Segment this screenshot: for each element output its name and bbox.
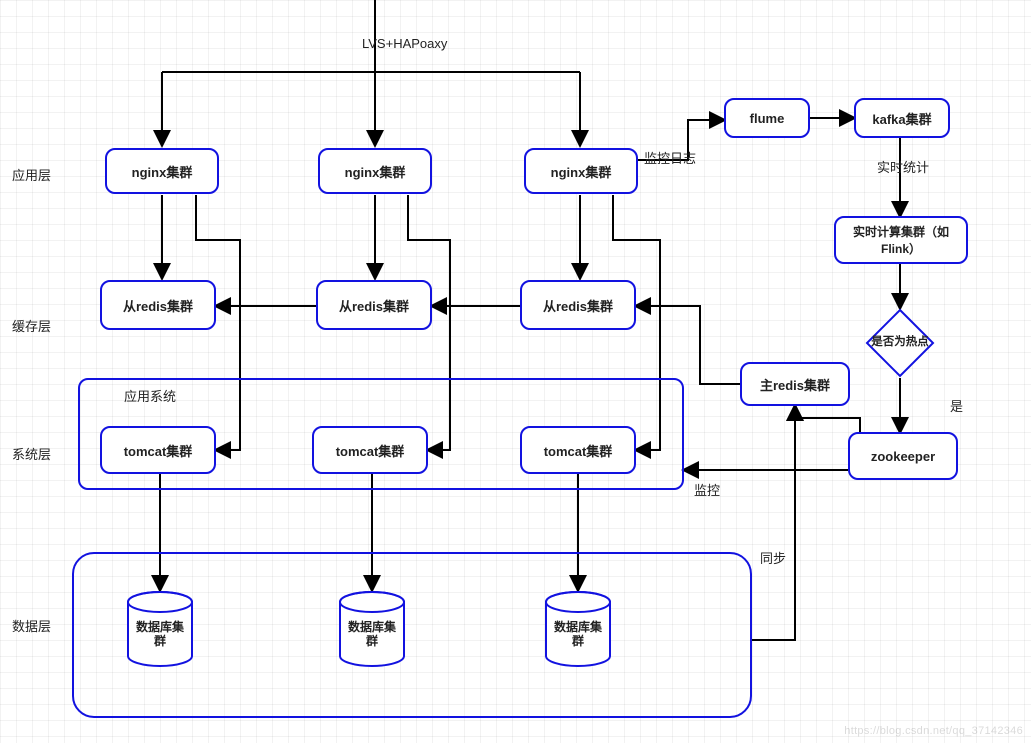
hotspot-decision-label: 是否为热点 [871,336,929,350]
node-db-1-line1: 数据库集 [136,620,184,634]
layer-label-application: 应用层 [12,165,51,184]
edge-label-realtime-stats: 实时统计 [873,160,933,176]
layer-label-cache: 缓存层 [12,316,51,335]
node-nginx-2: nginx集群 [318,148,432,194]
node-redis-slave-2: 从redis集群 [316,280,432,330]
node-db-3-line2: 群 [572,634,584,648]
edge-label-monitor-log: 监控日志 [644,152,696,166]
node-db-3-line1: 数据库集 [554,620,602,634]
layer-label-data: 数据层 [12,616,51,635]
node-kafka: kafka集群 [854,98,950,138]
node-nginx-1: nginx集群 [105,148,219,194]
node-tomcat-3: tomcat集群 [520,426,636,474]
node-db-2: 数据库集 群 [332,590,412,670]
node-db-1-line2: 群 [154,634,166,648]
node-db-3: 数据库集 群 [538,590,618,670]
node-flume: flume [724,98,810,138]
node-db-2-line1: 数据库集 [348,620,396,634]
node-realtime-compute: 实时计算集群（如Flink） [834,216,968,264]
lvs-haproxy-label: LVS+HAPoaxy [362,36,447,51]
node-zookeeper: zookeeper [848,432,958,480]
edge-label-sync: 同步 [760,548,786,567]
node-db-2-line2: 群 [366,634,378,648]
node-tomcat-2: tomcat集群 [312,426,428,474]
layer-label-system: 系统层 [12,444,51,463]
architecture-diagram: LVS+HAPoaxy 应用层 缓存层 系统层 数据层 nginx集群 ngin… [0,0,1031,743]
node-master-redis: 主redis集群 [740,362,850,406]
container-app-system-title: 应用系统 [124,386,176,405]
node-redis-slave-3: 从redis集群 [520,280,636,330]
node-tomcat-1: tomcat集群 [100,426,216,474]
node-hotspot-decision: 是否为热点 [865,308,935,378]
node-db-1: 数据库集 群 [120,590,200,670]
node-nginx-3: nginx集群 [524,148,638,194]
watermark: https://blog.csdn.net/qq_37142346 [844,725,1023,737]
edge-label-is-yes: 是 [950,396,963,415]
node-redis-slave-1: 从redis集群 [100,280,216,330]
edge-label-monitor: 监控 [694,480,720,499]
